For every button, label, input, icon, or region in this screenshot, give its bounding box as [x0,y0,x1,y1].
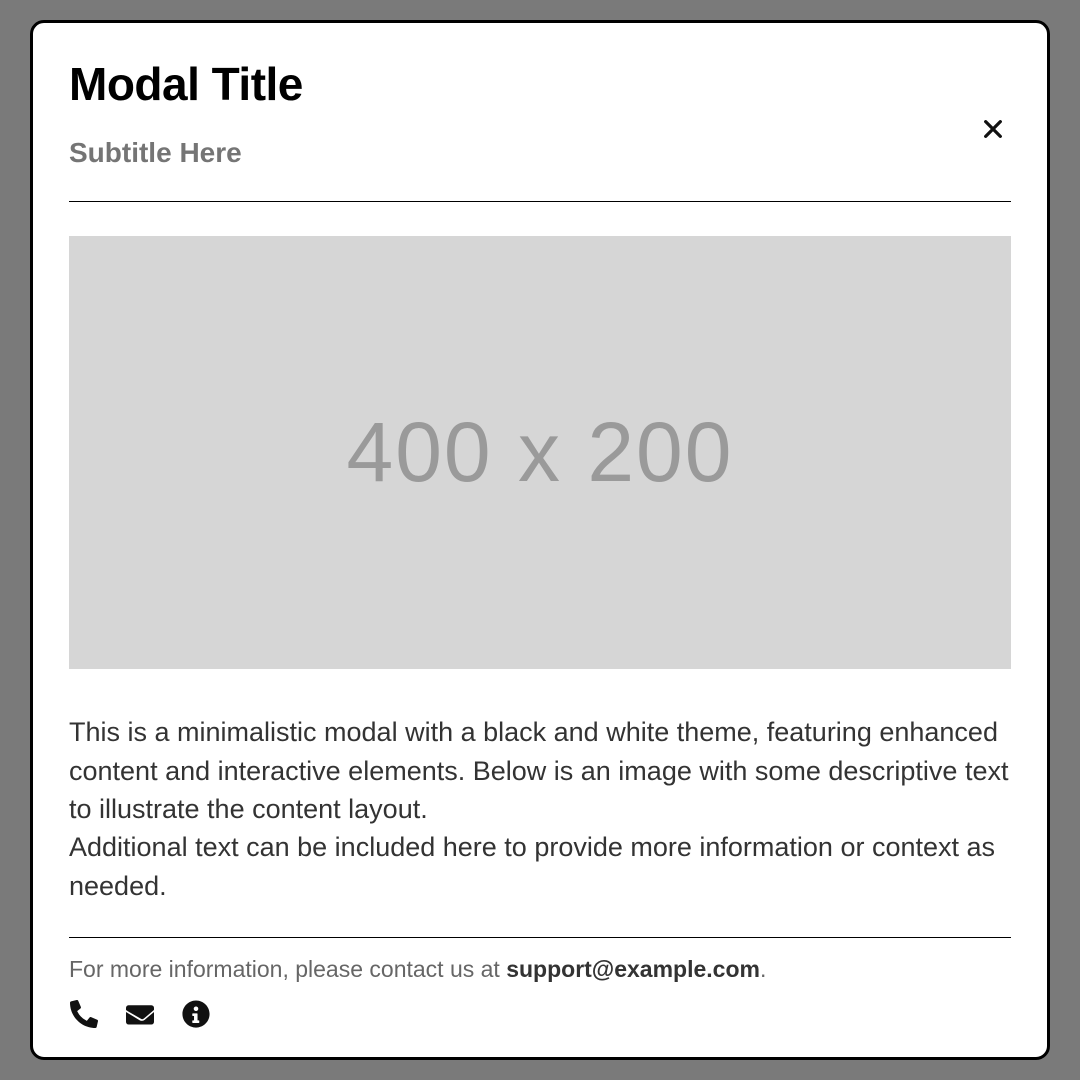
modal-title: Modal Title [69,57,1011,111]
modal-header: Modal Title Subtitle Here [69,57,1011,169]
footer-email: support@example.com [506,956,760,982]
modal-subtitle: Subtitle Here [69,137,1011,169]
body-paragraph-1: This is a minimalistic modal with a blac… [69,713,1011,828]
modal-dialog: Modal Title Subtitle Here 400 x 200 This… [30,20,1050,1060]
footer-text: For more information, please contact us … [69,956,1011,983]
placeholder-image-text: 400 x 200 [347,404,734,501]
footer-icon-row [69,999,1011,1029]
footer-suffix: . [760,956,766,982]
footer-divider [69,937,1011,938]
envelope-icon[interactable] [125,999,155,1029]
info-icon[interactable] [181,999,211,1029]
close-icon [982,118,1004,140]
placeholder-image: 400 x 200 [69,236,1011,669]
close-button[interactable] [975,111,1011,147]
footer-prefix: For more information, please contact us … [69,956,506,982]
header-divider [69,201,1011,202]
phone-icon[interactable] [69,999,99,1029]
modal-body: This is a minimalistic modal with a blac… [69,713,1011,905]
body-paragraph-2: Additional text can be included here to … [69,828,1011,905]
